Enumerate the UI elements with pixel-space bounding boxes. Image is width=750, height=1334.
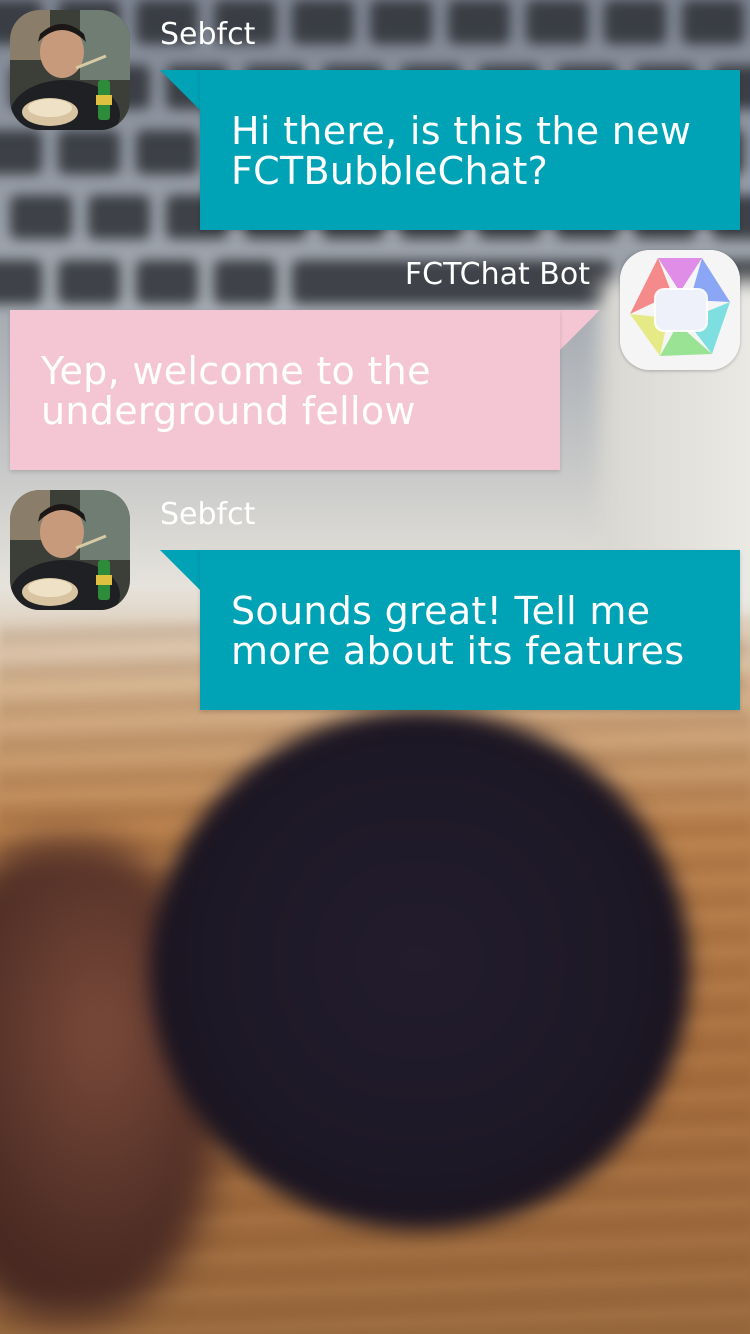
chat-thread[interactable]: Sebfct Hi there, is this the new FCTBubb… <box>0 0 750 1334</box>
sender-name: FCTChat Bot <box>404 257 590 292</box>
sender-avatar-icon[interactable] <box>10 490 130 610</box>
fctchat-bot-logo-icon <box>620 250 740 370</box>
bubble-tail <box>560 310 600 350</box>
sender-name: Sebfct <box>160 17 256 52</box>
user-photo-icon <box>10 10 130 130</box>
bubble-tail <box>160 550 200 590</box>
bot-avatar-icon[interactable] <box>620 250 740 370</box>
message-text: Sounds great! Tell me more about its fea… <box>231 589 685 673</box>
sender-avatar-icon[interactable] <box>10 10 130 130</box>
message-text: Hi there, is this the new FCTBubbleChat? <box>231 109 692 193</box>
user-photo-icon <box>10 490 130 610</box>
bubble-tail <box>160 70 200 110</box>
message-text: Yep, welcome to the underground fellow <box>41 349 431 433</box>
sender-name: Sebfct <box>160 497 256 532</box>
message-bubble-outgoing[interactable]: Hi there, is this the new FCTBubbleChat? <box>200 70 740 230</box>
message-bubble-outgoing[interactable]: Sounds great! Tell me more about its fea… <box>200 550 740 710</box>
message-bubble-incoming[interactable]: Yep, welcome to the underground fellow <box>10 310 560 470</box>
